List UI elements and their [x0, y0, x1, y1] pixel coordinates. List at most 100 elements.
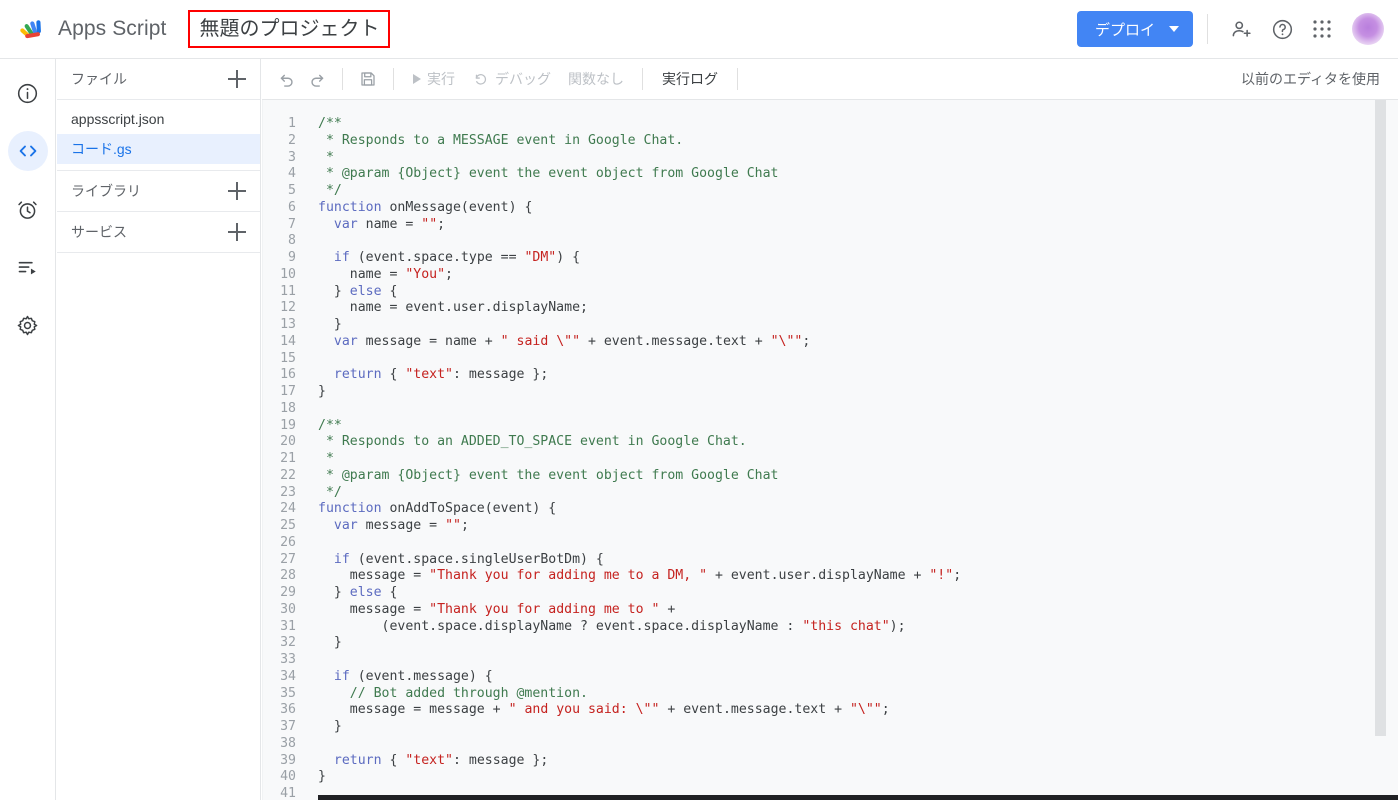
line-number: 3	[288, 149, 296, 165]
redo-icon[interactable]	[302, 64, 332, 94]
toolbar-divider	[342, 68, 343, 90]
code-text: function onAddToSpace(event) {	[318, 501, 557, 517]
sidebar-item-editor[interactable]	[7, 131, 48, 171]
file-name: コード.gs	[71, 141, 132, 157]
code-lines[interactable]: 1 /** 2 * Responds to a MESSAGE event in G…	[262, 116, 1398, 800]
run-button[interactable]: 実行	[404, 64, 464, 94]
undo-icon[interactable]	[272, 64, 302, 94]
code-text: } else {	[318, 283, 398, 299]
code-line[interactable]: 19 /**	[262, 418, 1398, 435]
code-line[interactable]: 39 return { "text": message };	[262, 753, 1398, 770]
code-line[interactable]: 14 var message = name + " said \"" + eve…	[262, 334, 1398, 351]
code-text: var message = "";	[333, 518, 469, 533]
debug-button-label: デバッグ	[495, 71, 551, 87]
vertical-scrollbar[interactable]	[1375, 100, 1386, 736]
toolbar-divider	[393, 68, 394, 90]
code-line[interactable]: 11 } else {	[262, 284, 1398, 301]
code-text: }	[318, 719, 342, 734]
deploy-button[interactable]: デプロイ	[1076, 11, 1193, 47]
code-line[interactable]: 28 message = "Thank you for adding me to…	[262, 568, 1398, 585]
code-text: } else {	[318, 585, 398, 600]
code-line[interactable]: 7 var name = "";	[262, 217, 1398, 234]
code-line[interactable]: 15	[262, 351, 1398, 368]
code-line[interactable]: 8	[262, 233, 1398, 250]
apps-grid-icon[interactable]	[1302, 9, 1342, 49]
code-line[interactable]: 32 }	[262, 635, 1398, 652]
line-number: 31	[280, 618, 296, 634]
sidebar-item-executions[interactable]	[8, 247, 48, 287]
code-line[interactable]: 16 return { "text": message };	[262, 367, 1398, 384]
code-line[interactable]: 4 * @param {Object} event the event obje…	[262, 166, 1398, 183]
code-line[interactable]: 31 (event.space.displayName ? event.spac…	[262, 619, 1398, 636]
code-line[interactable]: 2 * Responds to a MESSAGE event in Googl…	[262, 133, 1398, 150]
code-line[interactable]: 20 * Responds to an ADDED_TO_SPACE event…	[262, 434, 1398, 451]
code-line[interactable]: 37 }	[262, 719, 1398, 736]
toolbar-divider	[642, 68, 643, 90]
code-editor[interactable]: 1 /** 2 * Responds to a MESSAGE event in G…	[262, 100, 1398, 800]
code-line[interactable]: 21 *	[262, 451, 1398, 468]
plus-icon[interactable]	[226, 221, 248, 243]
list-item[interactable]: appsscript.json	[57, 104, 260, 134]
code-line[interactable]: 40}	[262, 769, 1398, 786]
sidebar-item-triggers[interactable]	[8, 189, 48, 229]
code-text: (event.space.displayName ? event.space.d…	[318, 618, 906, 634]
line-number: 34	[280, 668, 296, 684]
line-number: 17	[280, 384, 296, 399]
services-section-header[interactable]: サービス	[57, 212, 260, 253]
services-section-label: サービス	[71, 224, 127, 240]
code-line[interactable]: 1 /**	[262, 116, 1398, 133]
code-text: message = "Thank you for adding me to " …	[318, 601, 676, 617]
apps-script-logo[interactable]	[16, 12, 50, 46]
line-number: 8	[288, 233, 296, 249]
code-line[interactable]: 26	[262, 535, 1398, 552]
code-line[interactable]: 25 var message = "";	[262, 518, 1398, 535]
plus-icon[interactable]	[226, 180, 248, 202]
code-line[interactable]: 9 if (event.space.type == "DM") {	[262, 250, 1398, 267]
code-line[interactable]: 27 if (event.space.singleUserBotDm) {	[262, 552, 1398, 569]
code-line[interactable]: 36 message = message + " and you said: \…	[262, 702, 1398, 719]
code-line[interactable]: 23 */	[262, 485, 1398, 502]
horizontal-scrollbar[interactable]	[318, 795, 1398, 800]
help-circle-icon[interactable]	[1262, 9, 1302, 49]
avatar[interactable]	[1352, 13, 1384, 45]
execution-log-button[interactable]: 実行ログ	[653, 64, 727, 94]
libraries-section-header[interactable]: ライブラリ	[57, 171, 260, 212]
line-number: 16	[280, 367, 296, 383]
line-number: 25	[280, 518, 296, 533]
code-text: */	[318, 484, 342, 500]
code-line[interactable]: 18	[262, 401, 1398, 418]
code-line[interactable]: 29 } else {	[262, 585, 1398, 602]
files-section-header[interactable]: ファイル	[57, 59, 260, 100]
code-text: }	[318, 769, 326, 785]
header-divider	[1207, 14, 1208, 44]
list-item[interactable]: コード.gs	[57, 134, 260, 164]
code-line[interactable]: 12 name = event.user.displayName;	[262, 300, 1398, 317]
code-text: return { "text": message };	[333, 367, 549, 383]
project-title-box[interactable]: 無題のプロジェクト	[188, 10, 391, 48]
code-line[interactable]: 13 }	[262, 317, 1398, 334]
plus-icon[interactable]	[226, 68, 248, 90]
code-text: if (event.space.singleUserBotDm) {	[333, 551, 604, 567]
code-line[interactable]: 34 if (event.message) {	[262, 669, 1398, 686]
code-line[interactable]: 17}	[262, 384, 1398, 401]
code-line[interactable]: 3 *	[262, 150, 1398, 167]
code-line[interactable]: 6 function onMessage(event) {	[262, 200, 1398, 217]
left-rail	[0, 59, 56, 800]
legacy-editor-link[interactable]: 以前のエディタを使用	[1241, 69, 1398, 89]
function-select[interactable]: 関数なし	[560, 69, 632, 89]
sidebar-item-settings[interactable]	[8, 305, 48, 345]
code-line[interactable]: 24 function onAddToSpace(event) {	[262, 501, 1398, 518]
code-line[interactable]: 5 */	[262, 183, 1398, 200]
debug-button[interactable]: デバッグ	[464, 64, 560, 94]
code-line[interactable]: 22 * @param {Object} event the event obj…	[262, 468, 1398, 485]
code-line[interactable]: 33	[262, 652, 1398, 669]
line-number: 10	[280, 266, 296, 282]
code-line[interactable]: 10 name = "You";	[262, 267, 1398, 284]
save-floppy-icon[interactable]	[353, 64, 383, 94]
code-line[interactable]: 30 message = "Thank you for adding me to…	[262, 602, 1398, 619]
sidebar-item-overview[interactable]	[8, 73, 48, 113]
code-line[interactable]: 35 // Bot added through @mention.	[262, 686, 1398, 703]
code-line[interactable]: 38	[262, 736, 1398, 753]
person-add-icon[interactable]	[1222, 9, 1262, 49]
